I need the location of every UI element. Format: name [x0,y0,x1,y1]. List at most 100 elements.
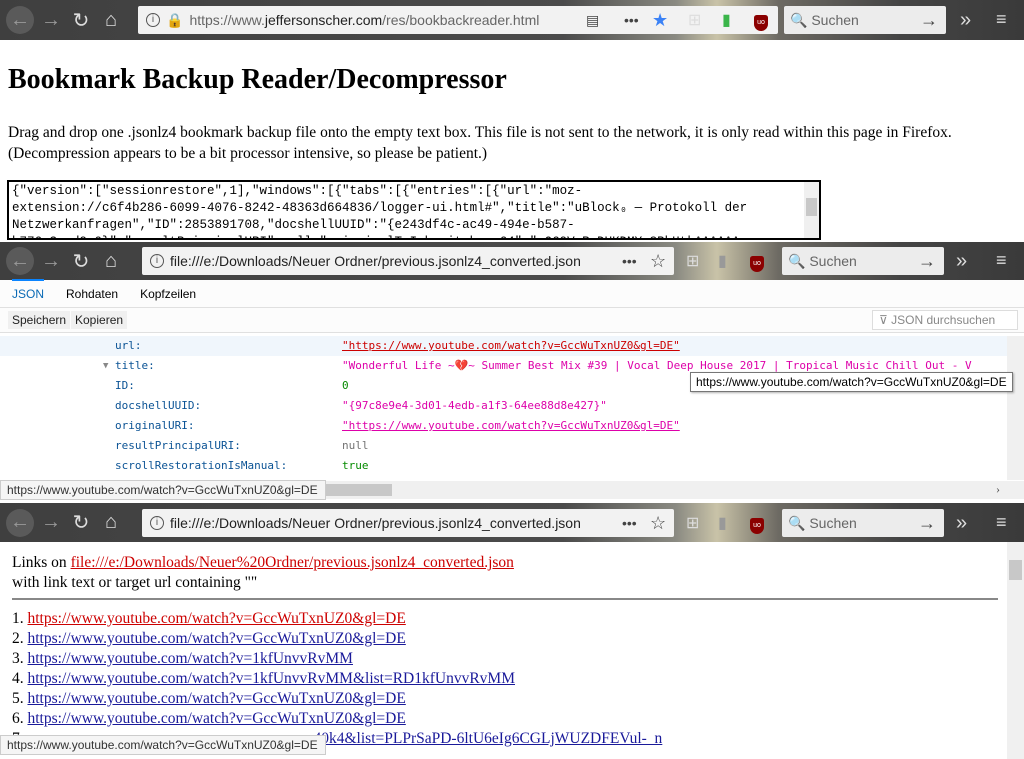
ublock-icon[interactable]: uo [754,11,768,31]
extension-plus-icon[interactable]: ⊞ [686,513,699,533]
tab-raw-data[interactable]: Rohdaten [66,287,118,301]
json-row[interactable]: resultPrincipalURI: null [0,436,1024,456]
page-actions-icon[interactable]: ••• [622,515,637,531]
item-number: 5. [12,690,24,707]
url-text: file:///e:/Downloads/Neuer Ordner/previo… [170,515,581,531]
link[interactable]: https://www.youtube.com/watch?v=GccWuTxn… [28,610,406,627]
home-button[interactable]: ⌂ [98,510,124,536]
url-bar[interactable]: i file:///e:/Downloads/Neuer Ordner/prev… [142,247,674,275]
page-title: Bookmark Backup Reader/Decompressor [8,64,507,95]
page-actions-icon[interactable]: ••• [622,253,637,269]
link[interactable]: https://www.youtube.com/watch?v=GccWuTxn… [28,690,406,707]
list-item: 3. https://www.youtube.com/watch?v=1kfUn… [12,649,662,669]
info-icon[interactable]: i [150,254,164,268]
json-row[interactable]: url: "https://www.youtube.com/watch?v=Gcc… [0,336,1024,356]
reload-button[interactable]: ↻ [68,248,94,274]
json-key: title: [115,359,155,372]
url-domain: jeffersonscher.com [264,12,383,28]
json-filter-input[interactable]: ⊽ JSON durchsuchen [872,310,1018,330]
lock-icon: 🔒 [166,11,184,28]
item-number: 2. [12,630,24,647]
overflow-button[interactable]: » [956,250,967,273]
json-value: "{97c8e9e4-3d01-4edb-a1f3-64ee88d8e427}" [342,399,607,412]
hamburger-icon[interactable]: ≡ [996,9,1007,30]
link[interactable]: https://www.youtube.com/watch?v=GccWuTxn… [28,630,406,647]
json-textarea[interactable]: {"version":["sessionrestore",1],"windows… [7,180,821,240]
back-button[interactable]: ← [6,6,34,34]
reader-view-icon[interactable]: ▤ [586,12,599,29]
url-bar[interactable]: i file:///e:/Downloads/Neuer Ordner/prev… [142,509,674,537]
bookmark-star-icon[interactable]: ★ [652,10,668,31]
bookmark-star-icon[interactable]: ☆ [650,513,666,534]
extension-plus-icon[interactable]: ⊞ [686,251,699,271]
page-actions-icon[interactable]: ••• [624,12,639,28]
overflow-button[interactable]: » [956,512,967,535]
search-go-icon[interactable]: → [920,10,938,31]
forward-button[interactable]: → [38,510,64,536]
scroll-right-icon[interactable]: › [996,482,1000,497]
link[interactable]: https://www.youtube.com/watch?v=GccWuTxn… [28,710,406,727]
json-row[interactable]: scrollRestorationIsManual: true [0,456,1024,476]
search-go-icon[interactable]: → [918,251,936,272]
copy-button[interactable]: Kopieren [71,311,128,329]
list-item: 6. https://www.youtube.com/watch?v=GccWu… [12,709,662,729]
info-icon[interactable]: i [146,13,160,27]
home-button[interactable]: ⌂ [98,248,124,274]
search-input[interactable]: 🔍 Suchen → [782,509,944,537]
item-number: 6. [12,710,24,727]
extension-icon[interactable]: ▮ [718,513,727,533]
expand-triangle-icon[interactable]: ▼ [103,356,108,376]
search-placeholder: Suchen [809,515,857,531]
json-value[interactable]: "https://www.youtube.com/watch?v=GccWuTx… [342,336,680,356]
link[interactable]: https://www.youtube.com/watch?v=1kfUnvvR… [28,670,516,687]
filter-icon: ⊽ [879,313,892,327]
extension-plus-icon[interactable]: ⊞ [688,10,701,30]
back-button[interactable]: ← [6,247,34,275]
back-button[interactable]: ← [6,508,34,537]
link[interactable]: https://www.youtube.com/watch?v=1kfUnvvR… [28,650,353,667]
url-bar[interactable]: i 🔒 https://www. jeffersonscher.com/res/b… [138,6,778,34]
home-button[interactable]: ⌂ [98,7,124,33]
extension-icon[interactable]: ▮ [718,251,727,271]
vertical-scrollbar[interactable] [1007,542,1024,759]
browser-toolbar: ← → ↻ ⌂ i file:///e:/Downloads/Neuer Ord… [0,242,1024,280]
search-input[interactable]: 🔍 Suchen → [784,6,946,34]
link[interactable]: 40k4&list=PLPrSaPD-6ltU6eIg6CGLjWUZDFEVu… [314,730,663,747]
filter-description: with link text or target url containing … [12,574,258,591]
reload-button[interactable]: ↻ [68,7,94,33]
info-icon[interactable]: i [150,516,164,530]
links-on-label: Links on [12,554,71,571]
textarea-scrollbar[interactable] [804,182,819,238]
forward-button[interactable]: → [38,248,64,274]
hamburger-icon[interactable]: ≡ [996,512,1007,533]
forward-button[interactable]: → [38,7,64,33]
bookmark-star-icon[interactable]: ☆ [650,251,666,272]
url-path: /res/bookbackreader.html [382,12,540,28]
divider [12,598,998,600]
vertical-scrollbar[interactable] [1007,336,1024,480]
json-value: 0 [342,379,349,392]
url-prefix: https://www. [189,12,265,28]
ublock-icon[interactable]: uo [750,514,764,534]
overflow-button[interactable]: » [960,9,971,32]
extension-green-icon[interactable]: ▮ [722,10,731,30]
json-row[interactable]: originalURI: "https://www.youtube.com/wat… [0,416,1024,436]
tab-json[interactable]: JSON [12,278,45,301]
filter-placeholder: JSON durchsuchen [891,313,996,327]
ublock-icon[interactable]: uo [750,252,764,272]
tab-headers[interactable]: Kopfzeilen [140,287,196,301]
hamburger-icon[interactable]: ≡ [996,250,1007,271]
search-input[interactable]: 🔍 Suchen → [782,247,944,275]
list-item: 4. https://www.youtube.com/watch?v=1kfUn… [12,669,662,689]
json-row[interactable]: docshellUUID: "{97c8e9e4-3d01-4edb-a1f3-6… [0,396,1024,416]
list-item: 2. https://www.youtube.com/watch?v=GccWu… [12,629,662,649]
source-file-link[interactable]: file:///e:/Downloads/Neuer%20Ordner/prev… [71,554,514,571]
links-list: 1. https://www.youtube.com/watch?v=GccWu… [12,609,662,749]
save-button[interactable]: Speichern [8,311,71,329]
json-key: resultPrincipalURI: [115,439,241,452]
search-icon: 🔍 [788,252,810,269]
json-value[interactable]: "https://www.youtube.com/watch?v=GccWuTx… [342,416,680,436]
search-go-icon[interactable]: → [918,513,936,534]
status-bar: https://www.youtube.com/watch?v=GccWuTxn… [0,735,326,755]
reload-button[interactable]: ↻ [68,510,94,536]
